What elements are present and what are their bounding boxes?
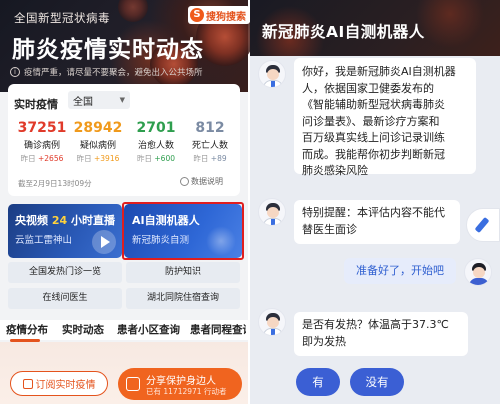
stat-value: 2701 [136, 120, 176, 136]
stat-value: 37251 [17, 120, 67, 136]
stat-delta: 昨日 +89 [193, 154, 227, 163]
edit-float-icon[interactable] [466, 208, 500, 242]
virus-illustration [118, 0, 148, 22]
live-stream-subtitle: 云监工雷神山 [15, 235, 73, 246]
data-explain-link[interactable]: 数据说明 [180, 176, 223, 187]
brand-label: 搜狗搜索 [206, 11, 246, 23]
stat-value: 28942 [73, 120, 123, 136]
stat-value: 812 [195, 120, 225, 136]
share-count: 已有 11712971 行动者 [146, 387, 227, 396]
hero-title: 肺炎疫情实时动态 [12, 37, 204, 63]
robot-avatar [258, 198, 286, 226]
subscribe-label: 订阅实时疫情 [35, 380, 96, 391]
share-icon [126, 377, 140, 391]
user-avatar [464, 258, 492, 286]
user-message: 准备好了，开始吧 [344, 258, 456, 284]
stat-label: 死亡人数 [191, 141, 228, 151]
robot-avatar [258, 60, 286, 88]
fever-clinic-button[interactable]: 全国发热门诊一览 [8, 262, 122, 283]
hubei-lodging-button[interactable]: 湖北同院住宿查询 [126, 288, 240, 309]
stat-delta: 昨日 +3916 [76, 154, 120, 163]
tab-trip-search[interactable]: 患者同程查询 [190, 322, 246, 337]
robot-avatar [258, 308, 286, 336]
online-doctor-button[interactable]: 在线问医生 [8, 288, 122, 309]
answer-yes-button[interactable]: 有 [296, 368, 340, 396]
share-title: 分享保护身边人 [146, 376, 216, 387]
hero-subtitle: 全国新型冠状病毒 [14, 11, 110, 25]
stat-suspected: 28942 疑似病例 昨日 +3916 [70, 120, 126, 164]
bot-question-fever: 是否有发热？体温高于37.3℃ 即为发热 [294, 312, 468, 356]
tab-community-search[interactable]: 患者小区查询 [117, 322, 180, 337]
region-select[interactable]: 全国 ▼ [68, 91, 130, 109]
stat-cured: 2701 治愈人数 昨日 +600 [128, 120, 184, 164]
highlight-box [122, 202, 244, 260]
stats-timestamp: 截至2月9日13时09分 [18, 179, 92, 188]
stat-delta: 昨日 +600 [137, 154, 175, 163]
bot-message-intro: 你好，我是新冠肺炎AI自测机器 人，依据国家卫健委发布的 《智能辅助新型冠状病毒… [294, 58, 476, 177]
protection-button[interactable]: 防护知识 [126, 262, 240, 283]
tab-distribution[interactable]: 疫情分布 [6, 322, 48, 337]
share-button[interactable]: 分享保护身边人 已有 11712971 行动者 [118, 368, 242, 400]
stat-label: 确诊病例 [23, 141, 60, 151]
ai-robot-subtitle: 新冠肺炎自测 [132, 235, 190, 246]
tab-live-news[interactable]: 实时动态 [62, 322, 104, 337]
stats-title: 实时疫情 [14, 98, 58, 111]
stat-label: 治愈人数 [137, 141, 174, 151]
info-icon: i [10, 67, 20, 77]
safety-notice: i 疫情严重，请尽量不要聚会，避免出入公共场所 [10, 66, 203, 78]
clock-icon [180, 177, 189, 186]
ai-robot-title: AI自测机器人 [132, 214, 200, 227]
sogou-search-badge[interactable]: S 搜狗搜索 [188, 6, 250, 24]
safety-notice-text: 疫情严重，请尽量不要聚会，避免出入公共场所 [24, 68, 203, 78]
live-stream-title: 央视频 24 小时直播 [15, 214, 115, 227]
stat-deaths: 812 死亡人数 昨日 +89 [182, 120, 238, 164]
subscribe-button[interactable]: 订阅实时疫情 [10, 371, 108, 396]
stat-confirmed: 37251 确诊病例 昨日 +2656 [14, 120, 70, 164]
chevron-down-icon: ▼ [119, 96, 125, 104]
chat-title: 新冠肺炎AI自测机器人 [262, 23, 425, 41]
region-value: 全国 [73, 96, 93, 108]
sogou-logo-icon: S [190, 8, 204, 22]
answer-no-button[interactable]: 没有 [350, 368, 404, 396]
bookmark-icon [22, 378, 33, 389]
bot-message-reminder: 特别提醒：本评估内容不能代 替医生面诊 [294, 200, 460, 244]
stat-delta: 昨日 +2656 [20, 154, 64, 163]
data-explain-label: 数据说明 [191, 177, 223, 186]
stat-label: 疑似病例 [79, 141, 116, 151]
play-icon[interactable] [92, 230, 116, 254]
